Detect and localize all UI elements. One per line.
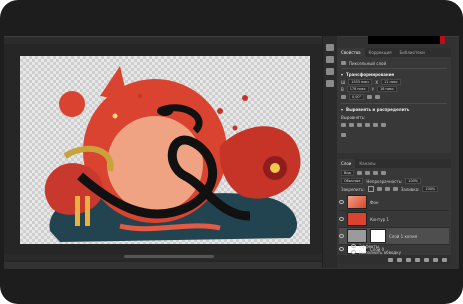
width-label: Ш bbox=[341, 79, 346, 85]
horizontal-scrollbar[interactable] bbox=[4, 254, 322, 260]
layer-kind-label: Пиксельный слой bbox=[349, 60, 387, 66]
panel-dock-strip bbox=[322, 36, 337, 268]
align-top-icon[interactable] bbox=[365, 123, 370, 127]
visibility-eye-icon[interactable] bbox=[339, 247, 344, 251]
properties-tabs: Свойства Коррекция Библиотеки bbox=[337, 48, 451, 57]
layer-thumbnail bbox=[347, 195, 367, 209]
filter-shape-icon[interactable] bbox=[380, 171, 386, 175]
chevron-down-icon[interactable]: ▾ bbox=[341, 72, 343, 77]
new-group-icon[interactable] bbox=[424, 257, 429, 262]
properties-panel: Свойства Коррекция Библиотеки Пиксельный… bbox=[337, 48, 451, 153]
scrollbar-thumb[interactable] bbox=[124, 255, 214, 258]
document-canvas[interactable] bbox=[20, 56, 310, 244]
layer-row-background[interactable]: Фон bbox=[339, 194, 449, 211]
divider bbox=[341, 68, 447, 69]
new-layer-icon[interactable] bbox=[433, 257, 438, 262]
align-section-title: Выровнять и распределить bbox=[346, 106, 410, 112]
layers-tabs: Слои Каналы bbox=[337, 159, 451, 168]
chevron-down-icon[interactable]: ▾ bbox=[341, 107, 343, 112]
add-mask-icon[interactable] bbox=[406, 257, 411, 262]
align-right-icon[interactable] bbox=[357, 123, 362, 127]
tab-adjustments[interactable]: Коррекция bbox=[365, 48, 396, 57]
tab-libraries[interactable]: Библиотеки bbox=[396, 48, 429, 57]
align-label: Выровнять: bbox=[341, 114, 366, 120]
visibility-eye-icon[interactable] bbox=[339, 217, 344, 221]
actions-icon[interactable] bbox=[326, 56, 334, 63]
layers-bottom-toolbar bbox=[337, 255, 451, 264]
visibility-eye-icon[interactable] bbox=[351, 244, 356, 248]
info-icon[interactable] bbox=[326, 68, 334, 75]
divider bbox=[341, 103, 447, 104]
fill-field[interactable]: 100% bbox=[422, 186, 439, 192]
visibility-eye-icon[interactable] bbox=[339, 234, 344, 238]
lock-transparency-checkbox[interactable] bbox=[367, 186, 374, 192]
layer-name[interactable]: Фон bbox=[370, 200, 379, 205]
layer-thumbnail bbox=[347, 229, 367, 243]
visibility-eye-icon[interactable] bbox=[351, 250, 356, 254]
history-icon[interactable] bbox=[326, 44, 334, 51]
layer-row-contour[interactable]: Контур 1 bbox=[339, 211, 449, 228]
trash-icon[interactable] bbox=[442, 257, 447, 262]
y-field[interactable]: 16 пикс bbox=[377, 86, 397, 92]
layer-mask-thumbnail bbox=[370, 229, 386, 243]
opacity-label: Непрозрачность: bbox=[366, 178, 403, 184]
blend-mode-select[interactable]: Обычные bbox=[341, 178, 364, 184]
layer-row-selected[interactable]: Слой 1 копия bbox=[339, 228, 449, 245]
top-bar-red-accent bbox=[440, 36, 445, 44]
align-bottom-icon[interactable] bbox=[381, 123, 386, 127]
layer-filter-select[interactable]: Вид bbox=[341, 170, 354, 176]
adjustment-layer-icon[interactable] bbox=[415, 257, 420, 262]
layer-name[interactable]: Слой 1 копия bbox=[389, 234, 417, 239]
align-left-icon[interactable] bbox=[341, 123, 346, 127]
width-field[interactable]: 1553 пикс bbox=[348, 79, 373, 85]
angle-field[interactable]: 0,00° bbox=[349, 94, 365, 100]
snake-artwork bbox=[44, 66, 301, 242]
opacity-field[interactable]: 100% bbox=[405, 178, 421, 184]
photoshop-screenshot: Свойства Коррекция Библиотеки Пиксельный… bbox=[0, 0, 463, 304]
layer-name[interactable]: Контур 1 bbox=[370, 217, 389, 222]
lock-all-icon[interactable] bbox=[392, 187, 398, 191]
swatches-icon[interactable] bbox=[326, 80, 334, 87]
lock-position-icon[interactable] bbox=[384, 187, 390, 191]
flip-horizontal-icon[interactable] bbox=[367, 95, 373, 99]
x-field[interactable]: 11 пикс bbox=[381, 79, 401, 85]
visibility-eye-icon[interactable] bbox=[339, 200, 344, 204]
canvas-area[interactable] bbox=[4, 44, 322, 262]
link-layers-icon[interactable] bbox=[388, 257, 393, 262]
filter-adjust-icon[interactable] bbox=[364, 171, 370, 175]
tab-channels[interactable]: Каналы bbox=[355, 159, 379, 168]
effects-row[interactable]: Эффекты bbox=[351, 244, 379, 249]
fill-label: Заливка: bbox=[400, 186, 420, 192]
layer-thumbnail bbox=[347, 212, 367, 226]
height-label: В bbox=[341, 86, 344, 92]
tab-properties[interactable]: Свойства bbox=[337, 48, 365, 57]
filter-pixel-icon[interactable] bbox=[356, 171, 362, 175]
angle-icon bbox=[341, 95, 346, 99]
filter-text-icon[interactable] bbox=[372, 171, 378, 175]
pixel-layer-icon bbox=[341, 61, 346, 65]
y-label: Y bbox=[371, 86, 375, 92]
transform-section-title: Трансформирование bbox=[346, 71, 395, 77]
effect-item-row[interactable]: Выполнить обводку bbox=[351, 250, 401, 255]
x-label: X bbox=[375, 79, 379, 85]
align-center-icon[interactable] bbox=[349, 123, 354, 127]
top-bar-dark bbox=[368, 36, 440, 44]
effect-item-label: Выполнить обводку bbox=[359, 250, 401, 255]
flip-vertical-icon[interactable] bbox=[375, 95, 381, 99]
height-field[interactable]: 176 пикс bbox=[346, 86, 369, 92]
align-middle-icon[interactable] bbox=[373, 123, 378, 127]
lock-pixels-icon[interactable] bbox=[376, 187, 382, 191]
effects-label: Эффекты bbox=[359, 244, 379, 249]
more-options-icon[interactable] bbox=[341, 133, 346, 137]
lock-label: Закрепить: bbox=[341, 186, 365, 192]
tab-layers[interactable]: Слои bbox=[337, 159, 356, 168]
fx-icon[interactable] bbox=[397, 257, 402, 262]
